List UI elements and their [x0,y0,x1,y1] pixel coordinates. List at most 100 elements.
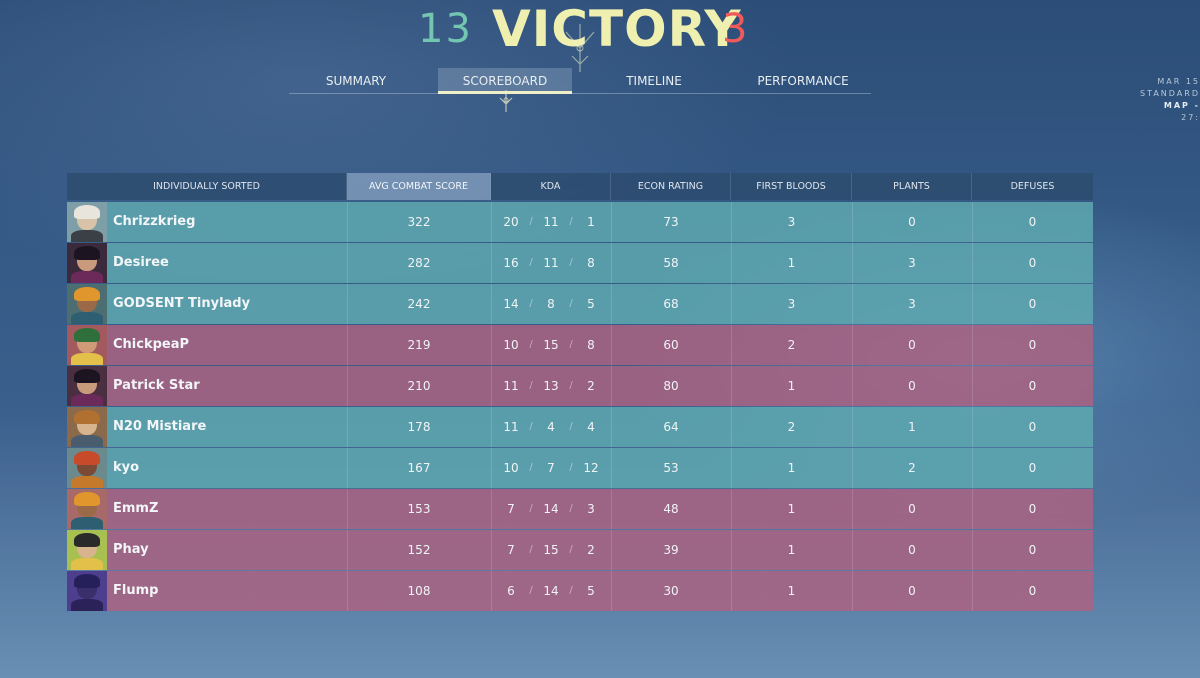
kills-value: 6 [507,584,515,598]
column-divider [731,284,732,324]
player-row[interactable]: Chrizzkrieg 322 20 / 11 / 1 73 3 0 0 [67,202,1093,242]
column-divider [731,571,732,611]
first-bloods-value: 3 [787,215,796,229]
first-bloods-value: 2 [787,338,796,352]
player-row[interactable]: Patrick Star 210 11 / 13 / 2 80 1 0 0 [67,366,1093,406]
deaths-value: 11 [543,256,559,270]
column-divider [491,243,492,283]
econ-rating-value: 80 [663,379,679,393]
kills-value: 7 [507,543,515,557]
tab-summary[interactable]: SUMMARY [289,68,423,94]
defuses-value: 0 [1028,461,1037,475]
column-divider [852,407,853,447]
column-divider [972,202,973,242]
player-name: GODSENT Tinylady [113,296,251,311]
deaths-value: 14 [543,502,559,516]
econ-rating-value: 60 [663,338,679,352]
scoreboard-table: INDIVIDUALLY SORTED AVG COMBAT SCORE KDA… [67,173,1093,611]
column-header-acs[interactable]: AVG COMBAT SCORE [347,173,491,200]
agent-reyna-portrait-icon [67,366,107,406]
econ-rating-value: 58 [663,256,679,270]
column-divider [347,571,348,611]
column-header-econ[interactable]: ECON RATING [611,173,731,200]
scoreboard-header-row: INDIVIDUALLY SORTED AVG COMBAT SCORE KDA… [67,173,1093,200]
player-name: Desiree [113,255,169,270]
player-name: ChickpeaP [113,337,190,352]
agent-sova-portrait-icon [67,407,107,447]
kda-separator: / [569,462,573,473]
player-row[interactable]: Phay 152 7 / 15 / 2 39 1 0 0 [67,530,1093,570]
kda-cell: 6 / 14 / 5 [491,571,611,611]
column-divider [731,243,732,283]
kda-separator: / [529,421,533,432]
player-row[interactable]: Flump 108 6 / 14 / 5 30 1 0 0 [67,571,1093,611]
column-divider [347,407,348,447]
plants-value: 3 [908,256,916,270]
kills-value: 14 [503,297,519,311]
match-mode: STANDARD [1139,89,1200,98]
player-cell: Chrizzkrieg [67,202,347,242]
tab-timeline[interactable]: TIMELINE [587,68,721,94]
column-divider [852,571,853,611]
player-row[interactable]: kyo 167 10/7/12 53 1 2 0 [67,448,1093,488]
player-name: Phay [113,542,149,557]
player-row[interactable]: GODSENT Tinylady 242 14 / 8 / 5 68 3 3 0 [67,284,1093,324]
agent-reyna-portrait-icon [67,243,107,283]
column-divider [347,366,348,406]
enemy-score: 3 [722,6,748,52]
column-header-plants[interactable]: PLANTS [852,173,972,200]
econ-rating-value: 30 [663,584,679,598]
agent-phoenix-portrait-icon [67,448,107,488]
player-cell: kyo [67,448,347,488]
column-header-defuses[interactable]: DEFUSES [972,173,1093,200]
column-divider [731,530,732,570]
kills-value: 11 [503,379,519,393]
deaths-value: 7 [547,461,555,475]
match-result-title: VICTORY [492,0,742,58]
kills-value: 10 [503,338,519,352]
acs-value: 242 [407,297,431,311]
column-divider [611,284,612,324]
kda-separator: / [529,216,533,227]
column-header-first-bloods[interactable]: FIRST BLOODS [731,173,852,200]
defuses-value: 0 [1028,502,1037,516]
player-cell: N20 Mistiare [67,407,347,447]
player-row[interactable]: Desiree 282 16 / 11 / 8 58 1 3 0 [67,243,1093,283]
acs-value: 167 [407,461,431,475]
econ-rating-value: 53 [663,461,679,475]
column-divider [852,448,853,488]
player-row[interactable]: EmmZ 153 7 / 14 / 3 48 1 0 0 [67,489,1093,529]
column-header-kda[interactable]: KDA [491,173,611,200]
assists-value: 3 [587,502,595,516]
plants-value: 0 [908,338,916,352]
match-map: MAP - [1163,101,1200,110]
column-divider [611,366,612,406]
deaths-value: 15 [543,543,559,557]
first-bloods-value: 1 [787,543,796,557]
kda-separator: / [569,503,573,514]
column-divider [731,202,732,242]
acs-value: 152 [407,543,431,557]
column-divider [347,489,348,529]
defuses-value: 0 [1028,338,1037,352]
kda-cell: 16 / 11 / 8 [491,243,611,283]
column-divider [972,407,973,447]
plants-value: 0 [908,543,916,557]
plants-value: 0 [908,502,916,516]
column-divider [491,366,492,406]
agent-cypher-portrait-icon [67,202,107,242]
player-row[interactable]: ChickpeaP 219 10 / 15 / 8 60 2 0 0 [67,325,1093,365]
econ-rating-value: 39 [663,543,679,557]
acs-value: 153 [407,502,431,516]
plants-value: 0 [908,215,916,229]
plants-value: 0 [908,584,916,598]
defuses-value: 0 [1028,543,1037,557]
column-header-player[interactable]: INDIVIDUALLY SORTED [67,173,347,200]
victory-emblem-icon [565,24,595,72]
player-row[interactable]: N20 Mistiare 178 11 / 4 / 4 64 2 1 0 [67,407,1093,447]
first-bloods-value: 1 [787,379,796,393]
tab-performance[interactable]: PERFORMANCE [736,68,870,94]
defuses-value: 0 [1028,256,1037,270]
player-cell: GODSENT Tinylady [67,284,347,324]
column-divider [852,284,853,324]
